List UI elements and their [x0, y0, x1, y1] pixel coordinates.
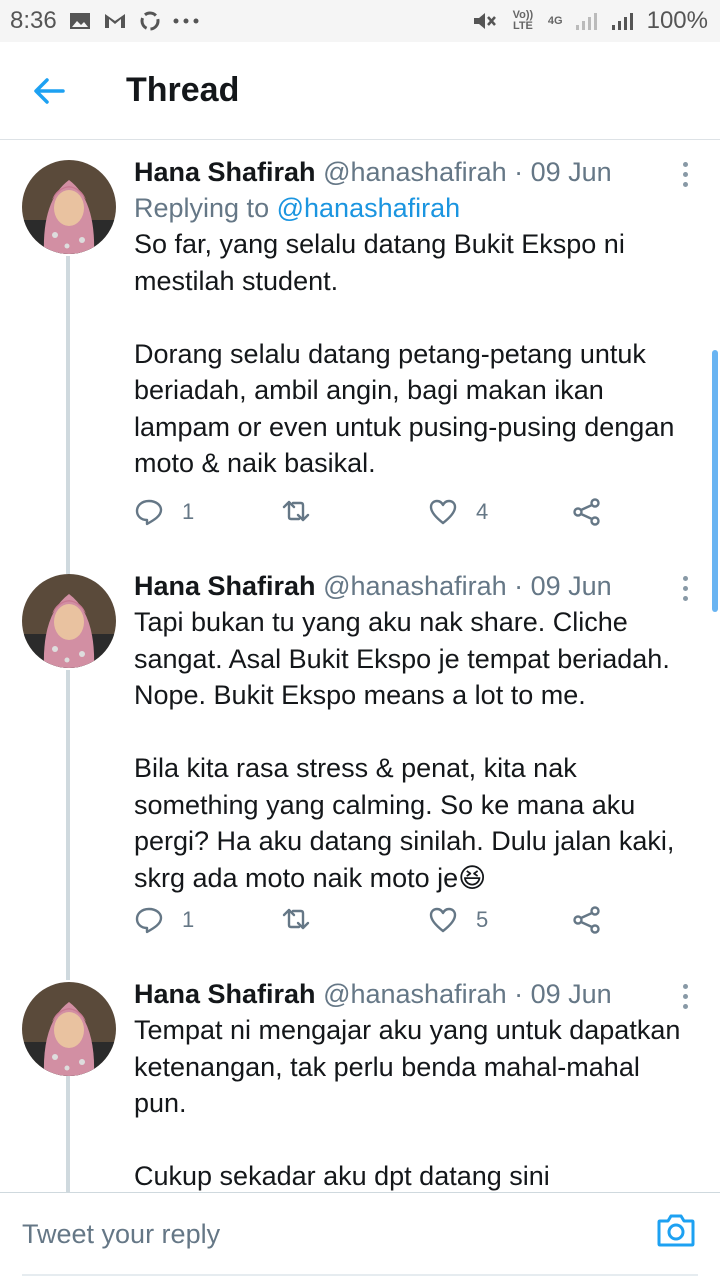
more-options-button[interactable] [680, 162, 690, 187]
reply-composer: Tweet your reply [0, 1192, 720, 1280]
back-button[interactable] [0, 42, 98, 140]
share-button[interactable] [572, 498, 602, 526]
signal-icon [575, 11, 599, 31]
tweet-text: So far, yang selalu datang Bukit Ekspo n… [134, 229, 675, 478]
tweet-date: · 09 Jun [514, 571, 612, 601]
battery-level: 100% [646, 7, 708, 34]
page-title: Thread [126, 71, 240, 109]
tweet-date: · 09 Jun [514, 157, 612, 187]
signal-icon-2 [611, 11, 635, 31]
author-name[interactable]: Hana Shafirah [134, 571, 316, 601]
reply-input[interactable]: Tweet your reply [22, 1219, 220, 1250]
heart-icon [429, 907, 457, 933]
author-handle[interactable]: @hanashafirah [323, 157, 507, 187]
avatar[interactable] [22, 574, 116, 668]
like-button[interactable]: 5 [428, 906, 488, 934]
retweet-icon [282, 500, 310, 522]
more-options-button[interactable] [680, 984, 690, 1009]
reply-icon [135, 907, 163, 934]
reply-icon [135, 499, 163, 526]
tweet-actions: 1 4 [134, 498, 614, 538]
camera-icon [657, 1214, 695, 1247]
gmail-icon [103, 12, 127, 30]
author-name[interactable]: Hana Shafirah [134, 979, 316, 1009]
avatar[interactable] [22, 982, 116, 1076]
tweet[interactable]: Hana Shafirah @hanashafirah · 09 Jun Tem… [0, 968, 720, 1192]
camera-button[interactable] [656, 1211, 696, 1254]
retweet-button[interactable] [280, 498, 330, 524]
more-dots-icon [173, 18, 199, 24]
avatar[interactable] [22, 160, 116, 254]
tweet-header: Hana Shafirah @hanashafirah · 09 Jun [134, 976, 700, 1012]
tweet-text: Tempat ni mengajar aku yang untuk dapatk… [134, 1015, 681, 1191]
tweet[interactable]: Hana Shafirah @hanashafirah · 09 Jun Tap… [0, 560, 720, 970]
share-button[interactable] [572, 906, 602, 934]
more-options-button[interactable] [680, 576, 690, 601]
volte-indicator: Vo)) LTE [512, 9, 534, 32]
retweet-icon [282, 908, 310, 930]
status-bar: 8:36 Vo)) LTE 4G 100% [0, 0, 720, 42]
retweet-button[interactable] [280, 906, 330, 932]
input-underline [22, 1274, 698, 1276]
tweet-header: Hana Shafirah @hanashafirah · 09 Jun [134, 154, 700, 190]
tweet-actions: 1 5 [134, 906, 614, 946]
reply-count: 1 [182, 499, 195, 524]
status-time: 8:36 [10, 7, 57, 34]
back-arrow-icon [34, 77, 65, 104]
top-app-bar: Thread [0, 42, 720, 140]
share-icon [573, 906, 600, 934]
tweet-text: Tapi bukan tu yang aku nak share. Cliche… [134, 607, 675, 893]
network-type: 4G [547, 14, 563, 27]
author-name[interactable]: Hana Shafirah [134, 157, 316, 187]
author-handle[interactable]: @hanashafirah [323, 979, 507, 1009]
like-count: 5 [476, 907, 489, 932]
author-handle[interactable]: @hanashafirah [323, 571, 507, 601]
reply-count: 1 [182, 907, 195, 932]
gallery-icon [69, 11, 91, 31]
sync-icon [139, 10, 161, 32]
heart-icon [429, 499, 457, 525]
tweet-date: · 09 Jun [514, 979, 612, 1009]
tweet-header: Hana Shafirah @hanashafirah · 09 Jun [134, 568, 700, 604]
tweet[interactable]: Hana Shafirah @hanashafirah · 09 Jun Rep… [0, 140, 720, 560]
reply-button[interactable]: 1 [134, 906, 194, 934]
mute-icon [472, 10, 498, 32]
reply-button[interactable]: 1 [134, 498, 194, 526]
like-count: 4 [476, 499, 489, 524]
replying-to-handle[interactable]: @hanashafirah [277, 193, 461, 223]
share-icon [573, 498, 600, 526]
replying-to: Replying to @hanashafirah [134, 190, 700, 226]
replying-to-label: Replying to [134, 193, 270, 223]
like-button[interactable]: 4 [428, 498, 488, 526]
